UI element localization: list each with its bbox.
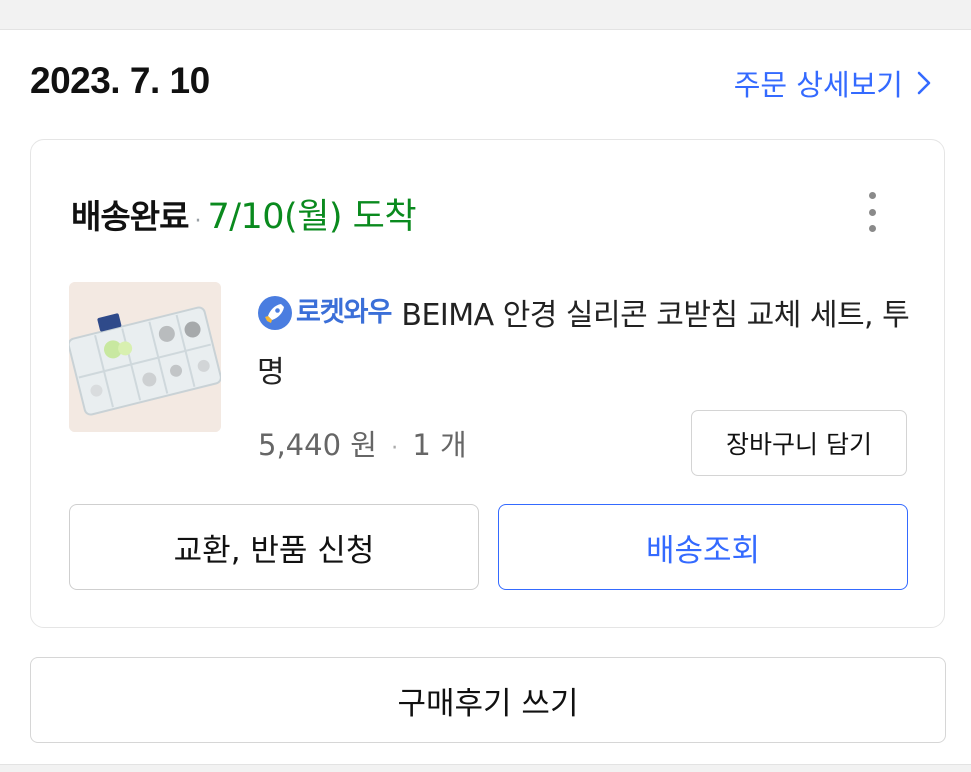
bottom-divider-strip (0, 764, 971, 772)
rocket-wow-label: 로켓와우 (296, 296, 392, 328)
more-vertical-icon[interactable] (862, 192, 882, 232)
chevron-right-icon (917, 71, 931, 95)
product-quantity: 1 개 (412, 428, 467, 462)
more-dot (868, 225, 876, 232)
order-date: 2023. 7. 10 (30, 60, 210, 101)
track-delivery-button[interactable]: 배송조회 (498, 504, 908, 590)
price-quantity-row: 5,440 원 · 1 개 (258, 422, 467, 464)
price-separator: · (391, 436, 399, 461)
order-detail-label: 주문 상세보기 (733, 68, 903, 102)
product-image (69, 282, 221, 432)
arrival-date: 7/10(월) 도착 (207, 197, 417, 237)
add-to-cart-button[interactable]: 장바구니 담기 (691, 410, 907, 476)
more-dot (868, 208, 876, 216)
shipment-card: 배송완료 · 7/10(월) 도착 로켓와우 BEIMA 안경 실리콘 코받침 … (30, 139, 945, 628)
write-review-button[interactable]: 구매후기 쓰기 (30, 657, 946, 743)
product-title-block[interactable]: 로켓와우 BEIMA 안경 실리콘 코받침 교체 세트, 투명 (257, 288, 912, 401)
product-thumbnail[interactable] (69, 282, 221, 432)
status-separator: · (194, 209, 202, 234)
shipment-status-row: 배송완료 · 7/10(월) 도착 (71, 188, 417, 239)
product-price: 5,440 원 (258, 428, 377, 462)
exchange-return-button[interactable]: 교환, 반품 신청 (69, 504, 479, 590)
order-detail-link[interactable]: 주문 상세보기 (734, 62, 931, 104)
top-divider-strip (0, 0, 971, 30)
shipment-status: 배송완료 (71, 197, 189, 236)
rocket-wow-badge: 로켓와우 (257, 285, 392, 341)
rocket-icon (258, 295, 292, 330)
more-dot (868, 192, 876, 199)
